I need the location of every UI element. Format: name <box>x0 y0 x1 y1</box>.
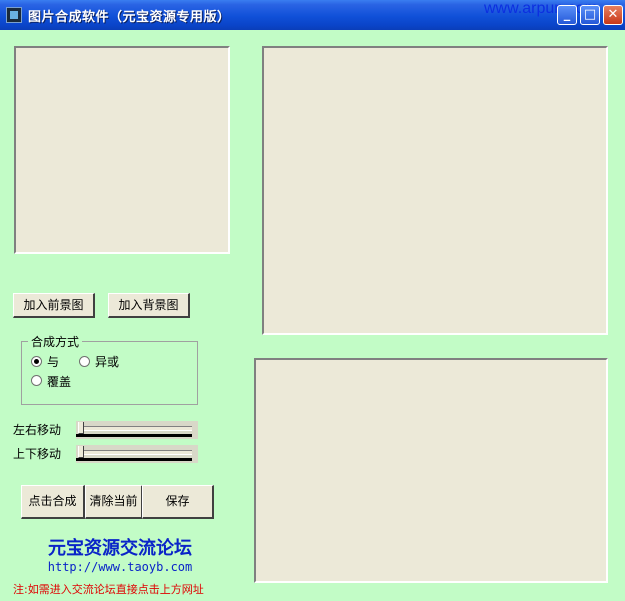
radio-overlay[interactable] <box>31 375 42 386</box>
vertical-move-slider[interactable] <box>76 445 198 463</box>
save-button[interactable]: 保存 <box>142 485 214 519</box>
slider-thumb[interactable] <box>78 446 84 458</box>
app-icon[interactable] <box>6 7 22 23</box>
forum-name: 元宝资源交流论坛 <box>48 538 192 559</box>
slider-baseline <box>76 458 192 461</box>
app-window: 图片合成软件（元宝资源专用版） www.arpun.com _ □ ✕ 加入前景… <box>0 0 625 601</box>
radio-overlay-label[interactable]: 覆盖 <box>47 373 71 390</box>
horizontal-move-label: 左右移动 <box>13 423 62 437</box>
radio-xor-label[interactable]: 异或 <box>95 353 119 370</box>
result-image-panel <box>262 46 608 335</box>
radio-and-label[interactable]: 与 <box>47 353 59 370</box>
close-icon[interactable]: ✕ <box>603 5 623 25</box>
minimize-icon[interactable]: _ <box>557 5 577 25</box>
radio-and[interactable] <box>31 356 42 367</box>
maximize-icon[interactable]: □ <box>580 5 600 25</box>
mode-group-title: 合成方式 <box>28 333 83 350</box>
foreground-image-panel <box>14 46 230 254</box>
horizontal-move-slider[interactable] <box>76 421 198 439</box>
window-title: 图片合成软件（元宝资源专用版） <box>28 10 231 25</box>
footer-note: 注:如需进入交流论坛直接点击上方网址 <box>13 583 204 596</box>
background-image-panel <box>254 358 608 583</box>
add-foreground-button[interactable]: 加入前景图 <box>13 293 95 318</box>
slider-track <box>78 426 192 431</box>
slider-thumb[interactable] <box>78 422 84 434</box>
vertical-move-label: 上下移动 <box>13 447 62 461</box>
compose-button[interactable]: 点击合成 <box>21 485 85 519</box>
title-bar[interactable]: 图片合成软件（元宝资源专用版） www.arpun.com _ □ ✕ <box>0 0 625 30</box>
radio-xor[interactable] <box>79 356 90 367</box>
forum-url-link[interactable]: http://www.taoyb.com <box>0 560 240 574</box>
slider-baseline <box>76 434 192 437</box>
add-background-button[interactable]: 加入背景图 <box>108 293 190 318</box>
slider-track <box>78 450 192 455</box>
clear-current-button[interactable]: 清除当前 <box>85 485 143 519</box>
